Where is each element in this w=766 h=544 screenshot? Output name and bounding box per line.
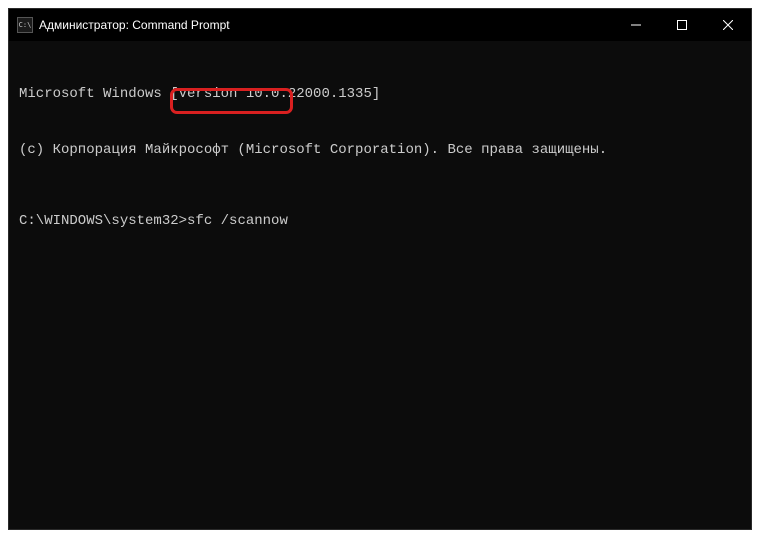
maximize-icon xyxy=(677,20,687,30)
terminal-area[interactable]: Microsoft Windows [Version 10.0.22000.13… xyxy=(9,41,751,529)
minimize-button[interactable] xyxy=(613,9,659,41)
prompt-path: C:\WINDOWS\system32> xyxy=(19,213,187,229)
prompt-line: C:\WINDOWS\system32>sfc /scannow xyxy=(19,212,741,231)
titlebar-left: C:\ Администратор: Command Prompt xyxy=(9,17,230,33)
version-line: Microsoft Windows [Version 10.0.22000.13… xyxy=(19,85,741,104)
minimize-icon xyxy=(631,20,641,30)
window-title: Администратор: Command Prompt xyxy=(39,18,230,32)
typed-command: sfc /scannow xyxy=(187,213,288,229)
close-button[interactable] xyxy=(705,9,751,41)
command-prompt-window: C:\ Администратор: Command Prompt xyxy=(8,8,752,530)
titlebar[interactable]: C:\ Администратор: Command Prompt xyxy=(9,9,751,41)
close-icon xyxy=(723,20,733,30)
cmd-app-icon: C:\ xyxy=(17,17,33,33)
copyright-line: (c) Корпорация Майкрософт (Microsoft Cor… xyxy=(19,141,741,160)
maximize-button[interactable] xyxy=(659,9,705,41)
window-controls xyxy=(613,9,751,41)
